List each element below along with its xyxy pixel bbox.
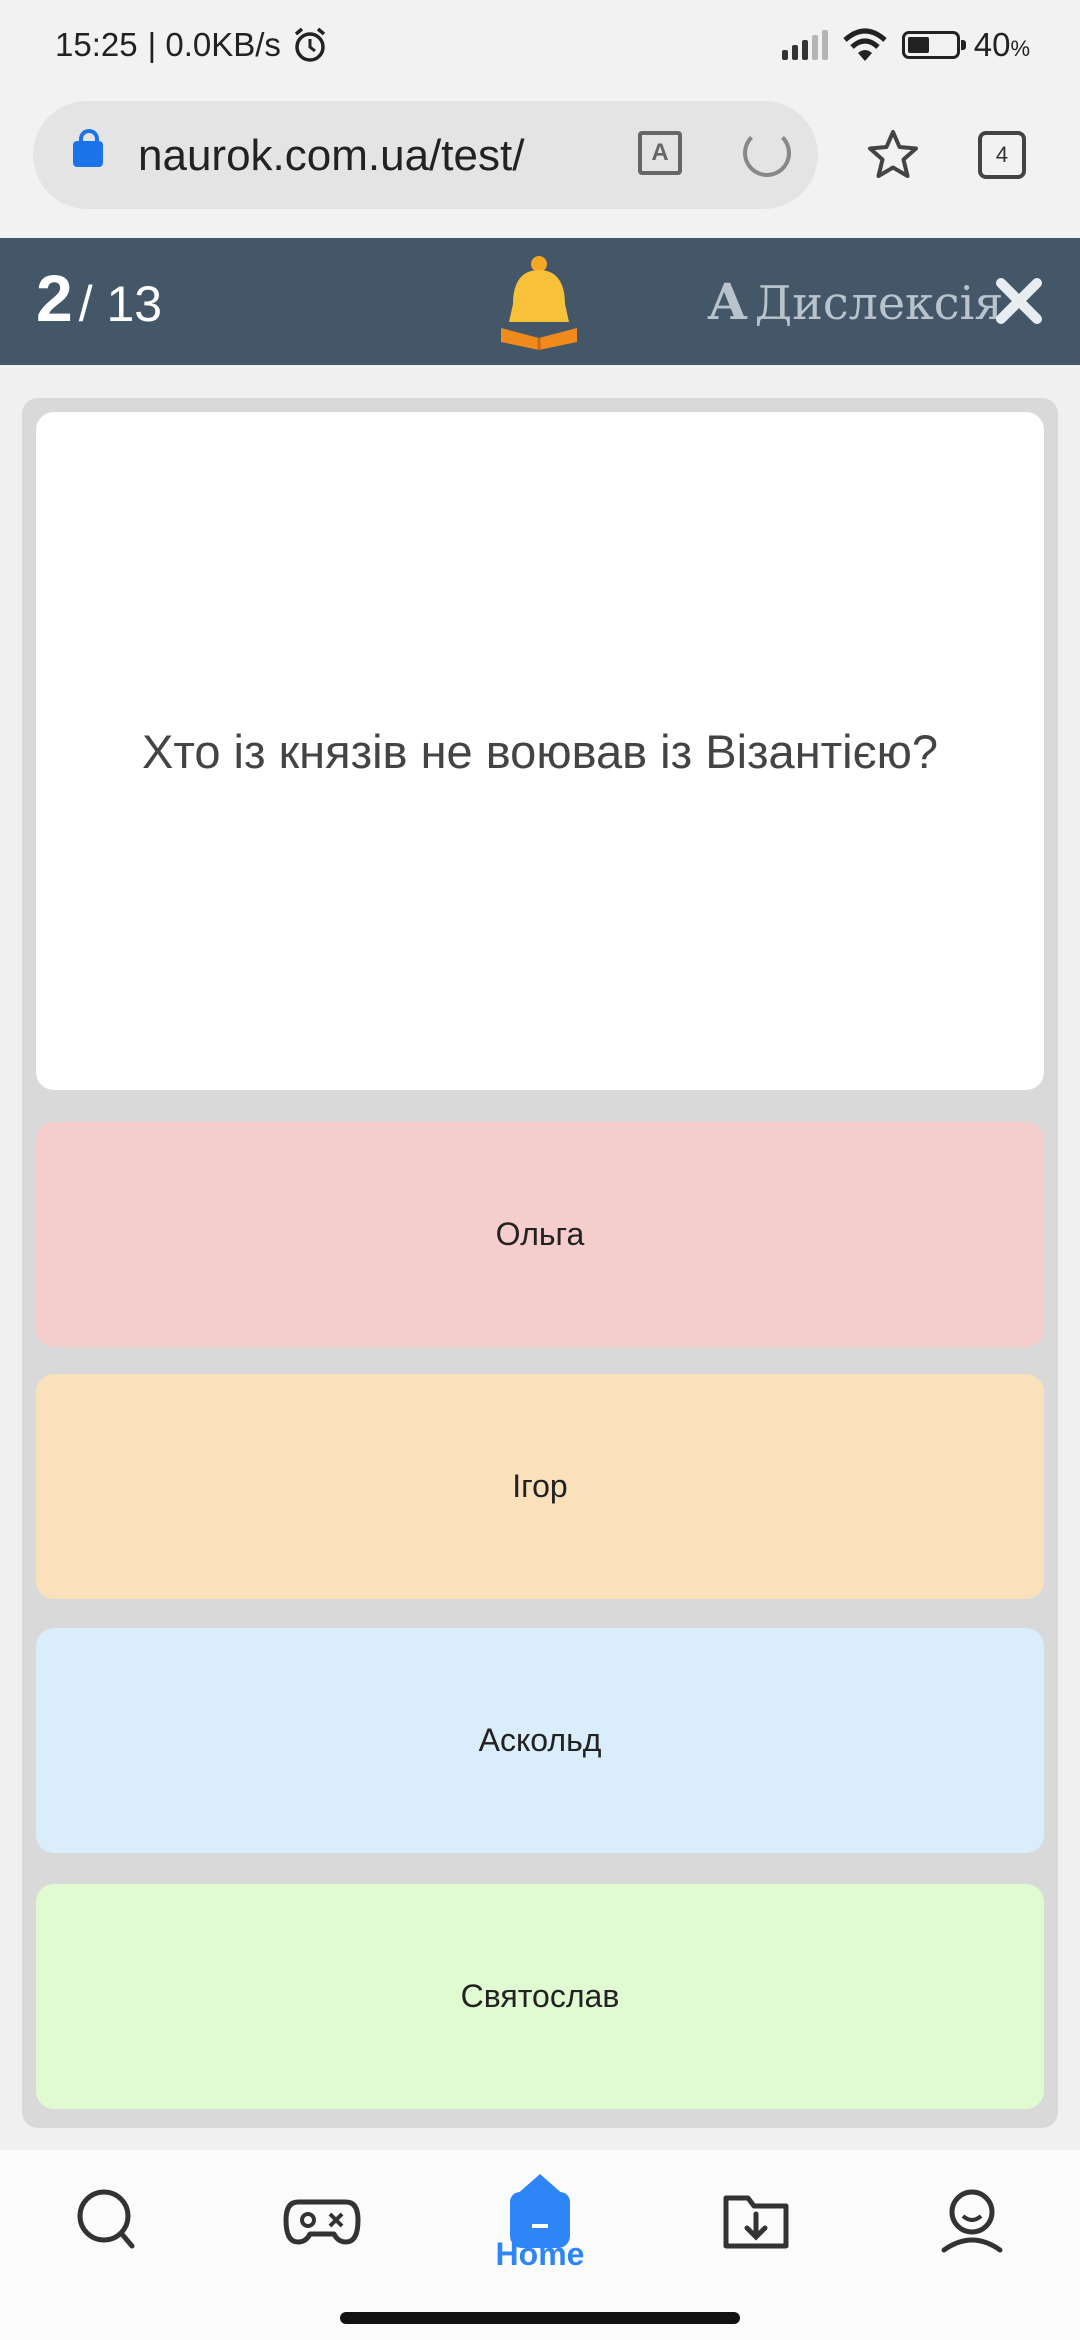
answer-option-2[interactable]: Ігор [36, 1374, 1044, 1599]
search-icon[interactable] [68, 2180, 148, 2260]
signal-icon [781, 30, 828, 60]
download-folder-icon[interactable] [716, 2180, 796, 2260]
gamepad-icon[interactable] [282, 2180, 362, 2260]
status-right: 40% [781, 26, 1030, 64]
alarm-icon [294, 27, 326, 62]
question-text: Хто із князів не воював із Візантією? [142, 724, 938, 778]
tabs-count-button[interactable]: 4 [978, 131, 1026, 179]
wifi-icon [843, 28, 887, 61]
status-bar: 15:25 | 0.0KB/s 40% [0, 0, 1080, 95]
dyslexia-glyph: A [708, 272, 747, 331]
dyslexia-label: Дислексія [754, 276, 1004, 330]
battery-percent: 40% [973, 26, 1030, 63]
gesture-bar [340, 2312, 740, 2324]
dyslexia-toggle[interactable]: A Дислексія [708, 272, 1003, 331]
quiz-header: 2/ 13 A Дислексія [0, 238, 1080, 365]
address-bar[interactable]: naurok.com.ua/test/ A [33, 101, 818, 209]
bookmark-star-icon[interactable] [865, 127, 921, 183]
question-card: Хто із князів не воював із Візантією? [36, 412, 1044, 1090]
bell-book-icon [501, 256, 577, 350]
question-counter: 2/ 13 [36, 260, 162, 336]
browser-toolbar: naurok.com.ua/test/ A 4 [0, 95, 1080, 238]
profile-icon[interactable] [932, 2180, 1012, 2260]
battery-icon [901, 31, 966, 59]
network-speed: | 0.0KB/s [147, 26, 281, 63]
clock: 15:25 [55, 26, 138, 63]
home-label[interactable]: Home [490, 2236, 590, 2273]
reload-icon[interactable] [743, 129, 791, 177]
current-question-number: 2 [36, 261, 73, 335]
total-questions: / 13 [78, 276, 163, 332]
lock-icon [73, 129, 103, 167]
status-left: 15:25 | 0.0KB/s [55, 26, 329, 64]
answer-option-4[interactable]: Святослав [36, 1884, 1044, 2109]
translate-icon[interactable]: A [638, 131, 682, 175]
close-icon[interactable] [993, 275, 1045, 327]
answer-option-1[interactable]: Ольга [36, 1122, 1044, 1347]
url-text[interactable]: naurok.com.ua/test/ [138, 131, 618, 181]
answer-option-3[interactable]: Аскольд [36, 1628, 1044, 1853]
